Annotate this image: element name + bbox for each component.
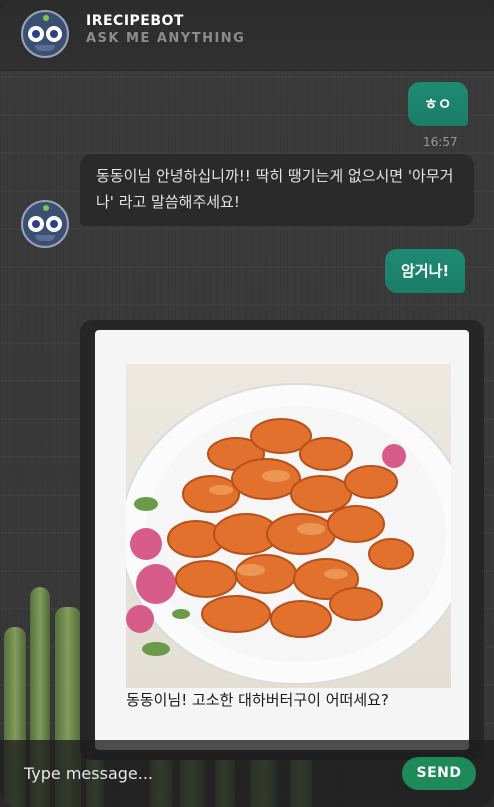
chat-header: IRECIPEBOT ASK ME ANYTHING <box>0 0 494 71</box>
user-message-bubble: 암거나! <box>385 249 466 293</box>
recipe-card-text: 동동이님! 고소한 대하버터구이 어떠세요? <box>126 691 389 709</box>
message-composer: SEND <box>0 740 494 807</box>
bot-subtitle: ASK ME ANYTHING <box>86 31 246 46</box>
bot-card-message: 동동이님! 고소한 대하버터구이 어떠세요? <box>80 320 484 760</box>
bot-name: IRECIPEBOT <box>86 13 184 29</box>
recipe-card[interactable]: 동동이님! 고소한 대하버터구이 어떠세요? <box>95 330 469 750</box>
chat-window: IRECIPEBOT ASK ME ANYTHING ㅎㅇ 16:57 동동이님… <box>0 0 494 807</box>
robot-face-icon <box>21 10 69 58</box>
user-message-bubble: ㅎㅇ <box>408 82 468 126</box>
send-button[interactable]: SEND <box>402 757 476 790</box>
message-timestamp: 16:57 <box>423 135 458 149</box>
buttered-shrimp-dish-image <box>126 364 451 688</box>
bot-message-bubble: 동동이님 안녕하십니까!! 딱히 땡기는게 없으시면 '아무거나' 라고 말씀해… <box>80 154 474 226</box>
message-input[interactable] <box>24 758 364 788</box>
robot-face-icon <box>21 200 69 248</box>
